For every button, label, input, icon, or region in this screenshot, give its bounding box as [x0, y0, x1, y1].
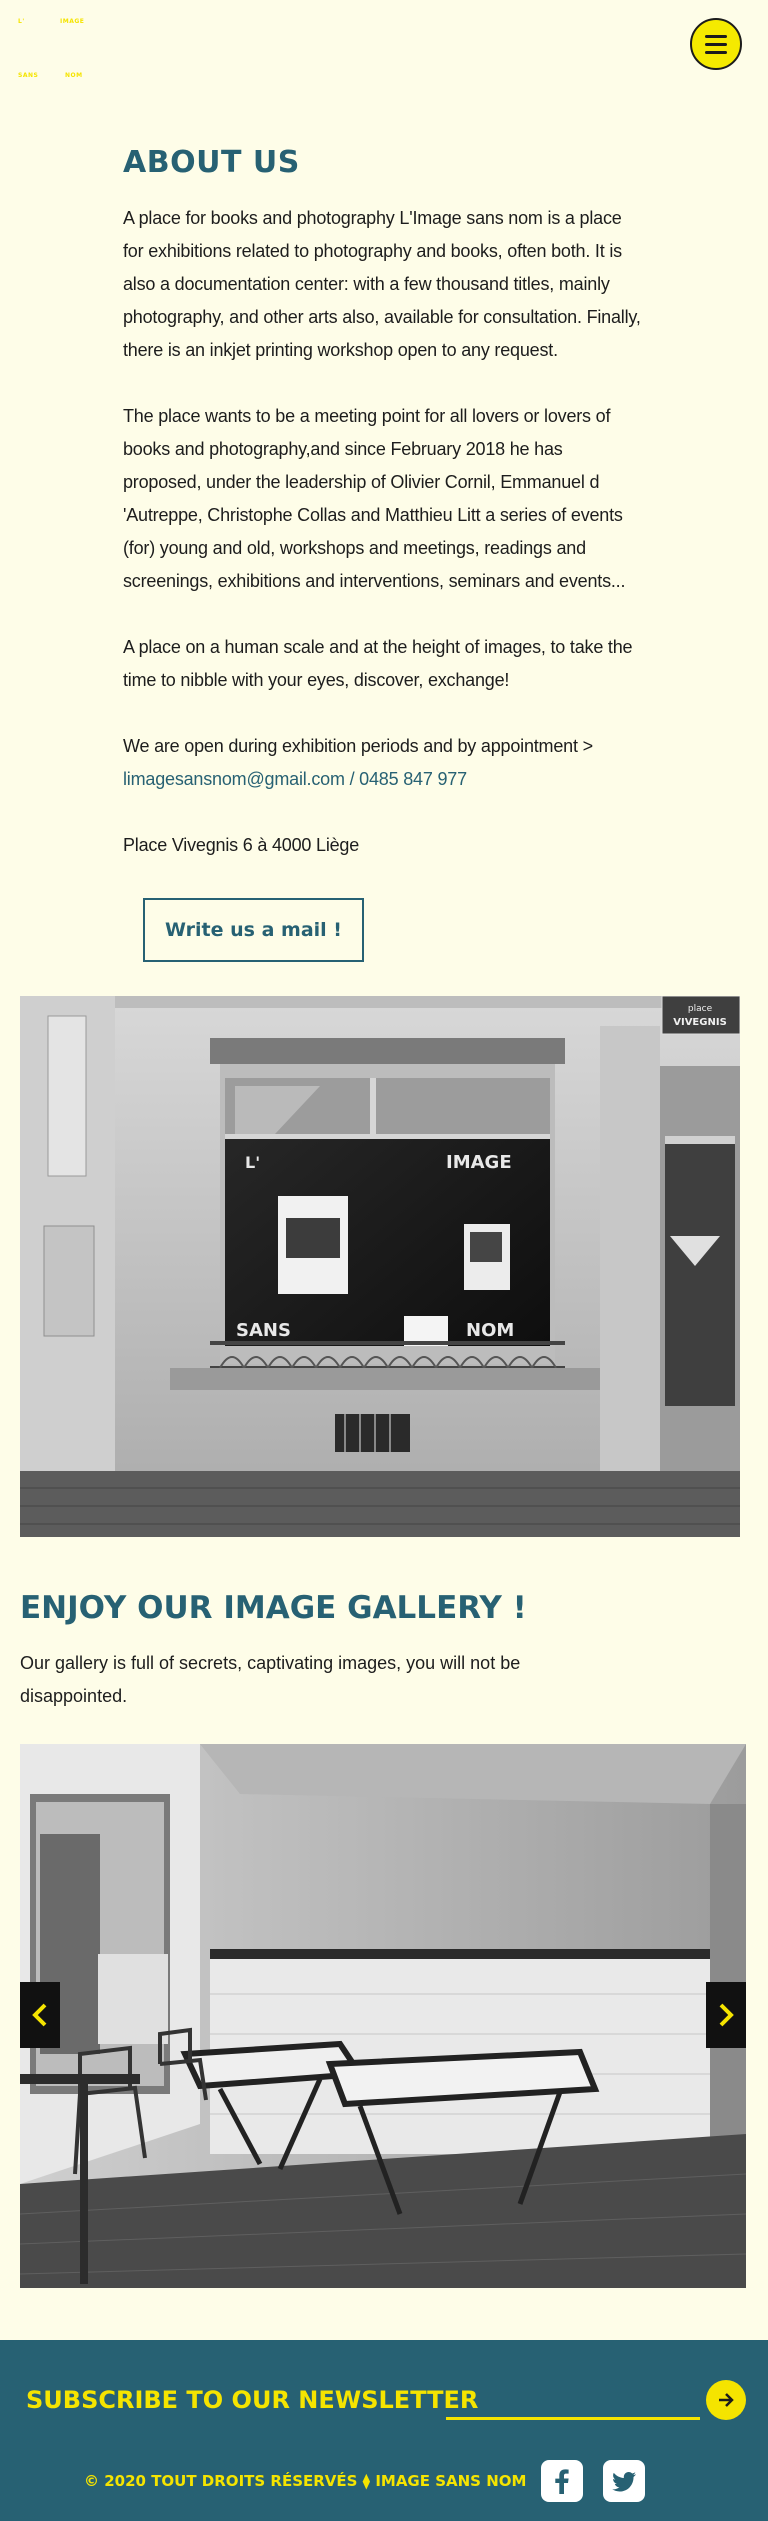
write-mail-button[interactable]: Write us a mail ! — [143, 898, 364, 962]
opening-text: We are open during exhibition periods an… — [123, 736, 593, 756]
menu-button[interactable] — [690, 18, 742, 70]
contact-separator: / — [344, 769, 360, 789]
gallery-prev-button[interactable] — [20, 1982, 60, 2048]
newsletter-submit-button[interactable] — [706, 2380, 746, 2420]
logo-word-3: SANS — [18, 72, 39, 79]
copyright-text: © 2020 TOUT DROITS RÉSERVÉS ⧫ IMAGE SANS… — [84, 2472, 527, 2490]
window-word-1: L' — [245, 1153, 260, 1172]
chevron-right-icon — [719, 2003, 734, 2027]
logo-word-1: L' — [18, 18, 25, 25]
about-section: ABOUT US A place for books and photograp… — [123, 145, 643, 895]
twitter-link[interactable] — [603, 2460, 645, 2502]
street-sign-line-2: VIVEGNIS — [673, 1017, 727, 1028]
facebook-link[interactable] — [541, 2460, 583, 2502]
arrow-right-icon — [719, 2393, 734, 2407]
about-paragraph-2: The place wants to be a meeting point fo… — [123, 406, 626, 591]
chevron-left-icon — [32, 2003, 47, 2027]
logo-word-4: NOM — [65, 72, 83, 79]
newsletter-email-input[interactable] — [446, 2380, 700, 2420]
window-word-4: NOM — [466, 1320, 514, 1341]
storefront-illustration: L' IMAGE SANS NOM place VIVEGNIS — [20, 996, 740, 1537]
logo-word-2: IMAGE — [60, 18, 85, 25]
gallery-slider[interactable] — [20, 1744, 746, 2288]
twitter-icon — [612, 2472, 636, 2492]
facebook-icon — [555, 2469, 569, 2494]
gallery-next-button[interactable] — [706, 1982, 746, 2048]
window-word-2: IMAGE — [446, 1152, 512, 1173]
gallery-description: Our gallery is full of secrets, captivat… — [20, 1653, 521, 1706]
address: Place Vivegnis 6 à 4000 Liège — [123, 835, 360, 855]
gallery-slide-image — [20, 1744, 746, 2288]
street-sign-line-1: place — [688, 1004, 713, 1014]
email-link[interactable]: limagesansnom@gmail.com — [123, 769, 345, 789]
site-logo[interactable]: L' IMAGE SANS NOM — [18, 16, 88, 86]
hamburger-icon — [705, 34, 727, 38]
phone-link[interactable]: 0485 847 977 — [359, 769, 467, 789]
window-word-3: SANS — [236, 1320, 291, 1341]
gallery-title: ENJOY OUR IMAGE GALLERY ! — [20, 1590, 527, 1626]
about-paragraph-3: A place on a human scale and at the heig… — [123, 637, 633, 690]
about-paragraph-1: A place for books and photography L'Imag… — [123, 208, 641, 360]
about-title: ABOUT US — [123, 145, 300, 180]
storefront-photo: L' IMAGE SANS NOM place VIVEGNIS — [20, 996, 740, 1537]
opening-info: We are open during exhibition periods an… — [123, 730, 643, 796]
newsletter-label: SUBSCRIBE TO OUR NEWSLETTER — [26, 2386, 479, 2414]
site-footer — [0, 2340, 768, 2521]
